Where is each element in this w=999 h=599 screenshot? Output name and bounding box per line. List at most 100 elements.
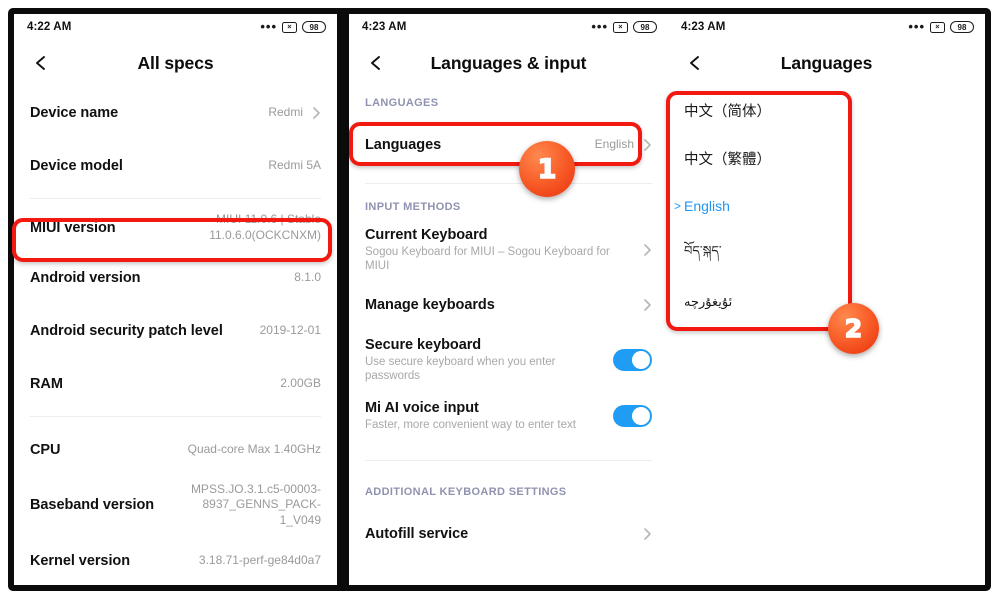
back-chevron-icon[interactable]: [686, 54, 704, 72]
row-value: MIUI 11.0.6 | Stable 11.0.6.0(OCKCNXM): [209, 212, 321, 242]
row-label-wrap: Baseband version: [30, 497, 191, 513]
row-title: Current Keyboard: [365, 226, 488, 243]
row-label-wrap: Device name: [30, 105, 268, 121]
row-value: MPSS.JO.3.1.c5-00003- 8937_GENNS_PACK- 1…: [190, 481, 321, 527]
annotation-badge-1: 1: [519, 141, 575, 197]
divider: [365, 460, 652, 461]
spec-row-cpu[interactable]: CPU Quad-core Max 1.40GHz: [14, 423, 337, 476]
spec-row-miui-version[interactable]: MIUI version MIUI 11.0.6 | Stable 11.0.6…: [14, 205, 337, 251]
row-title: Secure keyboard: [365, 336, 482, 353]
battery-icon: 98: [633, 21, 657, 33]
row-value: Redmi: [268, 104, 303, 119]
spec-row-device-name[interactable]: Device name Redmi: [14, 86, 337, 139]
phone-screen-all-specs: 4:22 AM ••• × 98 All specs Device name R…: [14, 14, 337, 585]
status-time: 4:23 AM: [362, 21, 407, 33]
language-option-tibetan[interactable]: བོད་སྐད་: [668, 230, 985, 278]
row-title: Baseband version: [30, 497, 155, 513]
language-label: 中文（简体）: [684, 103, 771, 120]
battery-icon: 98: [302, 21, 326, 33]
status-icons: ••• × 98: [591, 19, 657, 34]
row-label-wrap: CPU: [30, 442, 188, 458]
page-title: Languages: [780, 52, 873, 73]
spec-row-kernel-version[interactable]: Kernel version 3.18.71-perf-ge84d0a7: [14, 534, 337, 585]
phone-screen-languages-and-input: 4:23 AM ••• × 98 Languages & input LANGU…: [349, 14, 668, 585]
settings-row-manage-keyboards[interactable]: Manage keyboards: [349, 278, 668, 331]
section-header-input-methods: INPUT METHODS: [365, 201, 461, 213]
no-sim-icon: ×: [930, 21, 945, 33]
settings-row-languages[interactable]: Languages English: [349, 118, 668, 171]
row-value: 8.1.0: [294, 269, 321, 284]
mi-ai-voice-input-toggle[interactable]: [613, 405, 652, 427]
chevron-right-icon: [312, 106, 321, 120]
row-title: Device name: [30, 104, 119, 121]
chevron-right-icon: [643, 298, 652, 312]
spec-row-baseband-version[interactable]: Baseband version MPSS.JO.3.1.c5-00003- 8…: [14, 476, 337, 534]
divider: [30, 416, 321, 417]
row-title: CPU: [30, 441, 61, 458]
row-title: Kernel version: [30, 552, 131, 569]
row-label-wrap: Kernel version: [30, 553, 199, 569]
row-label-wrap: Secure keyboard Use secure keyboard when…: [365, 337, 613, 384]
spec-row-android-security-patch-level[interactable]: Android security patch level 2019-12-01: [14, 304, 337, 357]
row-value: 2019-12-01: [259, 322, 321, 337]
row-subtitle: Use secure keyboard when you enter passw…: [365, 355, 556, 382]
page-title: All specs: [137, 52, 214, 73]
row-label-wrap: MIUI version: [30, 220, 209, 236]
language-label: བོད་སྐད་: [684, 243, 722, 259]
selected-marker-icon: >: [674, 199, 682, 213]
divider: [30, 198, 321, 199]
language-option-english[interactable]: > English: [668, 182, 985, 230]
row-value: Quad-core Max 1.40GHz: [187, 441, 321, 456]
row-value: Redmi 5A: [268, 157, 321, 172]
spec-row-device-model[interactable]: Device model Redmi 5A: [14, 139, 337, 192]
battery-icon: 98: [950, 21, 974, 33]
chevron-right-icon: [643, 138, 652, 152]
row-value: 2.00GB: [280, 375, 321, 390]
status-icons: ••• × 98: [260, 19, 326, 34]
language-option-chinese-simplified[interactable]: 中文（简体）: [668, 86, 985, 134]
app-bar: All specs: [14, 40, 337, 86]
row-title: Android security patch level: [30, 322, 223, 339]
row-label-wrap: RAM: [30, 376, 280, 392]
no-sim-icon: ×: [282, 21, 297, 33]
row-label-wrap: Current Keyboard Sogou Keyboard for MIUI…: [365, 227, 634, 274]
row-subtitle: Sogou Keyboard for MIUI – Sogou Keyboard…: [365, 245, 610, 272]
row-title: RAM: [30, 375, 63, 392]
row-value: English: [594, 136, 634, 151]
app-bar: Languages & input: [349, 40, 668, 86]
back-chevron-icon[interactable]: [32, 54, 50, 72]
row-label-wrap: Device model: [30, 158, 268, 174]
row-title: Manage keyboards: [365, 296, 495, 313]
language-option-chinese-traditional[interactable]: 中文（繁體）: [668, 134, 985, 182]
row-title: Device model: [30, 157, 123, 174]
overflow-dots-icon: •••: [591, 19, 608, 34]
status-icons: ••• × 98: [908, 20, 974, 33]
annotation-badge-2: 2: [828, 303, 879, 354]
spec-row-ram[interactable]: RAM 2.00GB: [14, 357, 337, 410]
settings-row-secure-keyboard[interactable]: Secure keyboard Use secure keyboard when…: [349, 331, 668, 389]
app-bar: Languages: [668, 40, 985, 86]
row-title: Mi AI voice input: [365, 399, 479, 416]
settings-row-current-keyboard[interactable]: Current Keyboard Sogou Keyboard for MIUI…: [349, 222, 668, 278]
language-label: ئۇيغۇرچە: [684, 294, 733, 310]
spec-row-android-version[interactable]: Android version 8.1.0: [14, 251, 337, 304]
back-chevron-icon[interactable]: [367, 54, 385, 72]
status-time: 4:22 AM: [27, 21, 72, 33]
row-subtitle: Faster, more convenient way to enter tex…: [365, 418, 576, 431]
row-label-wrap: Android security patch level: [30, 323, 260, 339]
settings-row-autofill-service[interactable]: Autofill service: [349, 507, 668, 560]
row-label-wrap: Mi AI voice input Faster, more convenien…: [365, 400, 613, 432]
language-option-uyghur[interactable]: ئۇيغۇرچە: [668, 278, 985, 326]
row-label-wrap: Android version: [30, 270, 294, 286]
row-value: 3.18.71-perf-ge84d0a7: [198, 552, 321, 567]
status-time: 4:23 AM: [681, 21, 726, 33]
status-bar: 4:22 AM ••• × 98: [14, 14, 337, 40]
language-label: 中文（繁體）: [684, 151, 771, 168]
screenshot-root: 4:22 AM ••• × 98 All specs Device name R…: [0, 0, 999, 599]
overflow-dots-icon: •••: [260, 19, 277, 34]
phone-screen-languages: 4:23 AM ••• × 98 Languages 中文（简体） 中文（繁體）…: [668, 14, 985, 585]
section-header-additional-keyboard-settings: ADDITIONAL KEYBOARD SETTINGS: [365, 486, 567, 498]
section-header-languages: LANGUAGES: [365, 97, 439, 109]
secure-keyboard-toggle[interactable]: [613, 349, 652, 371]
settings-row-mi-ai-voice-input[interactable]: Mi AI voice input Faster, more convenien…: [349, 389, 668, 443]
